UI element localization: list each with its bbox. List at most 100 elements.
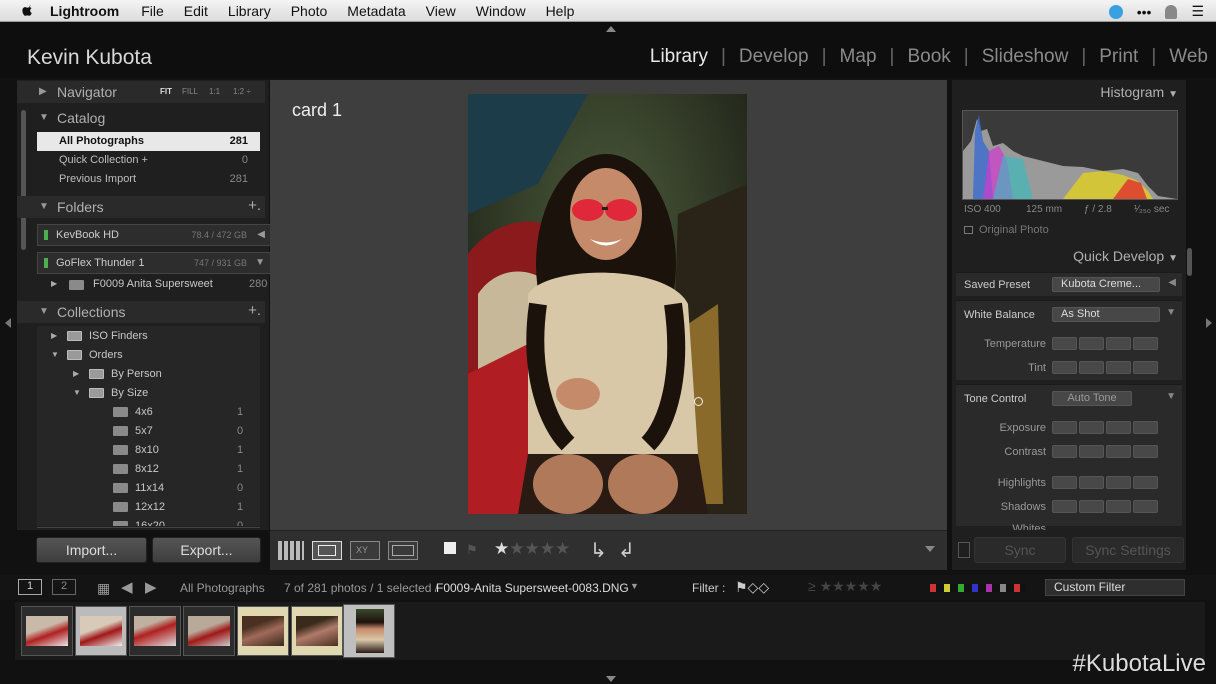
survey-view-icon[interactable] <box>388 541 418 560</box>
zoom-1-2[interactable]: 1:2 ÷ <box>233 87 251 96</box>
status-list-icon[interactable]: ☰ <box>1191 3 1204 20</box>
grid-view-icon[interactable] <box>278 541 304 560</box>
tint-steppers[interactable] <box>1052 361 1158 374</box>
menu-lightroom[interactable]: Lightroom <box>50 3 119 19</box>
folders-header[interactable]: ▼ Folders +. <box>17 196 265 218</box>
collection-item[interactable]: ▶ By Person <box>37 365 260 384</box>
export-button[interactable]: Export... <box>152 537 261 563</box>
status-more-icon[interactable]: ••• <box>1137 4 1152 20</box>
collection-item[interactable]: 8x12 1 <box>37 460 260 479</box>
auto-tone-button[interactable]: Auto Tone <box>1052 391 1132 406</box>
temperature-steppers[interactable] <box>1052 337 1158 350</box>
saved-preset-dropdown[interactable]: Kubota Creme... <box>1052 277 1160 292</box>
module-web[interactable]: Web <box>1169 46 1208 68</box>
collapse-icon[interactable]: ▼ <box>51 350 59 359</box>
filmstrip-thumbnail-selected[interactable] <box>343 604 395 658</box>
forward-arrow-icon[interactable]: ▶ <box>145 578 157 596</box>
filename-label[interactable]: F0009-Anita Supersweet-0083.DNG <box>436 581 629 595</box>
filter-stars-icon[interactable]: ≥ ★★★★★ <box>808 578 882 595</box>
rating-stars-icon[interactable]: ★★★★★ <box>494 539 570 559</box>
rotate-right-icon[interactable]: ↲ <box>618 538 635 563</box>
sync-button[interactable]: Sync <box>974 537 1066 563</box>
collection-item[interactable]: 16x20 0 <box>37 517 260 526</box>
menu-photo[interactable]: Photo <box>291 3 328 19</box>
drive-kevbook-hd[interactable]: KevBook HD 78.4 / 472 GB ◀ <box>37 224 272 246</box>
drive-arrow-icon[interactable]: ▼ <box>255 257 265 268</box>
expand-icon[interactable]: ▶ <box>51 279 57 288</box>
module-print[interactable]: Print <box>1099 46 1138 68</box>
reject-flag-icon[interactable]: ⚑ <box>466 542 478 558</box>
right-panel-toggle-icon[interactable] <box>1206 318 1212 328</box>
collection-item[interactable]: ▼ By Size <box>37 384 260 403</box>
left-scrollbar[interactable] <box>21 110 26 250</box>
drive-arrow-icon[interactable]: ◀ <box>257 229 265 240</box>
toolbar-options-icon[interactable] <box>925 546 935 552</box>
grid-icon[interactable]: ▦ <box>97 580 110 597</box>
collapse-icon[interactable]: ▼ <box>73 388 81 397</box>
catalog-item-quick-collection[interactable]: Quick Collection + 0 <box>37 151 260 170</box>
module-map[interactable]: Map <box>840 46 877 68</box>
expand-icon[interactable]: ▶ <box>51 331 57 340</box>
window-1-button[interactable]: 1 <box>18 579 42 595</box>
collection-item[interactable]: 8x10 1 <box>37 441 260 460</box>
folder-item[interactable]: ▶ F0009 Anita Supersweet 280 <box>37 276 272 296</box>
menu-metadata[interactable]: Metadata <box>347 3 405 19</box>
contrast-steppers[interactable] <box>1052 445 1158 458</box>
menu-file[interactable]: File <box>141 3 164 19</box>
expand-icon[interactable]: ▶ <box>73 369 79 378</box>
collection-item[interactable]: 12x12 1 <box>37 498 260 517</box>
module-develop[interactable]: Develop <box>739 46 809 68</box>
rotate-left-icon[interactable]: ↳ <box>590 538 607 563</box>
collapse-icon[interactable]: ▼ <box>1166 391 1176 402</box>
catalog-header[interactable]: ▼ Catalog <box>17 107 265 129</box>
zoom-fill[interactable]: FILL <box>182 87 198 96</box>
filmstrip-thumbnail[interactable] <box>291 606 343 656</box>
right-scrollbar[interactable] <box>1187 248 1192 276</box>
expand-icon[interactable]: ◀ <box>1168 277 1176 288</box>
add-folder-icon[interactable]: +. <box>248 197 261 214</box>
menu-edit[interactable]: Edit <box>184 3 208 19</box>
quick-develop-header[interactable]: Quick Develop ▼ <box>1073 248 1178 264</box>
original-photo-checkbox[interactable] <box>964 226 973 234</box>
module-library[interactable]: Library <box>650 46 708 68</box>
custom-filter-dropdown[interactable]: Custom Filter <box>1045 579 1185 596</box>
module-slideshow[interactable]: Slideshow <box>982 46 1069 68</box>
add-collection-icon[interactable]: +. <box>248 302 261 319</box>
menu-library[interactable]: Library <box>228 3 271 19</box>
left-panel-toggle-icon[interactable] <box>5 318 11 328</box>
drive-goflex-thunder[interactable]: GoFlex Thunder 1 747 / 931 GB ▼ <box>37 252 272 274</box>
filename-dropdown-icon[interactable]: ▼ <box>630 581 639 591</box>
window-2-button[interactable]: 2 <box>52 579 76 595</box>
apple-logo-icon[interactable] <box>18 3 38 19</box>
collections-header[interactable]: ▼ Collections +. <box>17 301 265 323</box>
main-photo[interactable] <box>468 94 747 514</box>
collapse-icon[interactable]: ▼ <box>1166 307 1176 318</box>
collection-item[interactable]: ▼ Orders <box>37 346 260 365</box>
filmstrip-thumbnail[interactable] <box>21 606 73 656</box>
filter-colors-icon[interactable] <box>930 584 1026 592</box>
collection-item[interactable]: 4x6 1 <box>37 403 260 422</box>
white-balance-dropdown[interactable]: As Shot <box>1052 307 1160 322</box>
status-user-icon[interactable] <box>1165 4 1178 19</box>
collection-item[interactable]: ▶ ISO Finders <box>37 327 260 346</box>
source-label[interactable]: All Photographs <box>180 581 265 595</box>
flag-icon[interactable] <box>444 542 456 554</box>
navigator-header[interactable]: ▶ Navigator FIT FILL 1:1 1:2 ÷ <box>17 81 265 103</box>
back-arrow-icon[interactable]: ◀ <box>121 578 133 596</box>
filmstrip-thumbnail[interactable] <box>237 606 289 656</box>
filter-flags-icon[interactable]: ⚑◇◇ <box>735 579 769 596</box>
import-button[interactable]: Import... <box>36 537 147 563</box>
menu-view[interactable]: View <box>426 3 456 19</box>
collection-item[interactable]: 11x14 0 <box>37 479 260 498</box>
filmstrip-thumbnail[interactable] <box>75 606 127 656</box>
loupe-view-icon[interactable] <box>312 541 342 560</box>
collection-item[interactable]: 5x7 0 <box>37 422 260 441</box>
zoom-1-1[interactable]: 1:1 <box>209 87 220 96</box>
histogram-header[interactable]: Histogram ▼ <box>1100 84 1178 100</box>
filmstrip-thumbnail[interactable] <box>183 606 235 656</box>
sync-settings-button[interactable]: Sync Settings <box>1072 537 1184 563</box>
shadows-steppers[interactable] <box>1052 500 1158 513</box>
catalog-item-all-photographs[interactable]: All Photographs 281 <box>37 132 260 151</box>
sync-toggle[interactable] <box>958 542 970 558</box>
top-panel-toggle-icon[interactable] <box>606 26 616 32</box>
